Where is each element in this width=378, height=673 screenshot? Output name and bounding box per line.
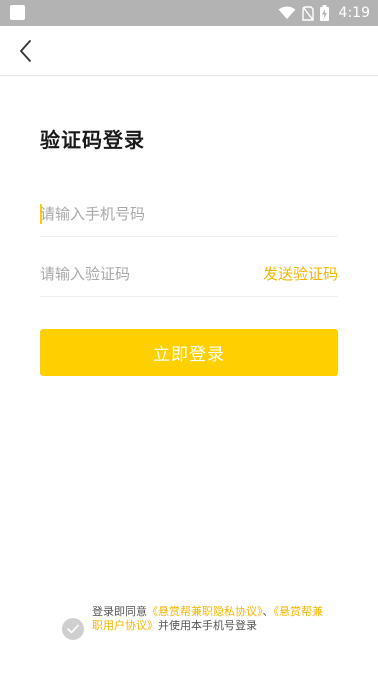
agreement-checkbox[interactable] — [62, 618, 84, 640]
top-bar — [0, 26, 378, 76]
page-title: 验证码登录 — [40, 128, 145, 152]
send-code-button[interactable]: 发送验证码 — [263, 252, 338, 296]
status-bar: 4:19 — [0, 0, 378, 26]
battery-charging-icon — [319, 5, 329, 21]
code-input[interactable] — [40, 252, 240, 296]
status-icons: 4:19 — [278, 0, 370, 26]
wifi-icon — [278, 6, 296, 20]
app-notification-icon — [10, 5, 25, 20]
status-time: 4:19 — [338, 5, 370, 21]
no-sim-icon — [301, 5, 314, 21]
phone-input[interactable] — [40, 192, 240, 236]
agreement-suffix: 并使用本手机号登录 — [158, 619, 257, 632]
code-field: 发送验证码 — [40, 252, 338, 297]
agreement-separator: 、 — [262, 605, 274, 618]
agreement-text: 登录即同意《悬赏帮兼职隐私协议》、《悬赏帮兼职用户协议》并使用本手机号登录 — [92, 605, 332, 633]
agreement-prefix: 登录即同意 — [92, 605, 147, 618]
phone-field — [40, 192, 338, 237]
chevron-left-icon — [20, 40, 31, 62]
login-button[interactable]: 立即登录 — [40, 329, 338, 376]
check-icon — [67, 624, 79, 634]
privacy-agreement-link[interactable]: 《悬赏帮兼职隐私协议》 — [147, 605, 263, 618]
back-button[interactable] — [14, 38, 40, 64]
